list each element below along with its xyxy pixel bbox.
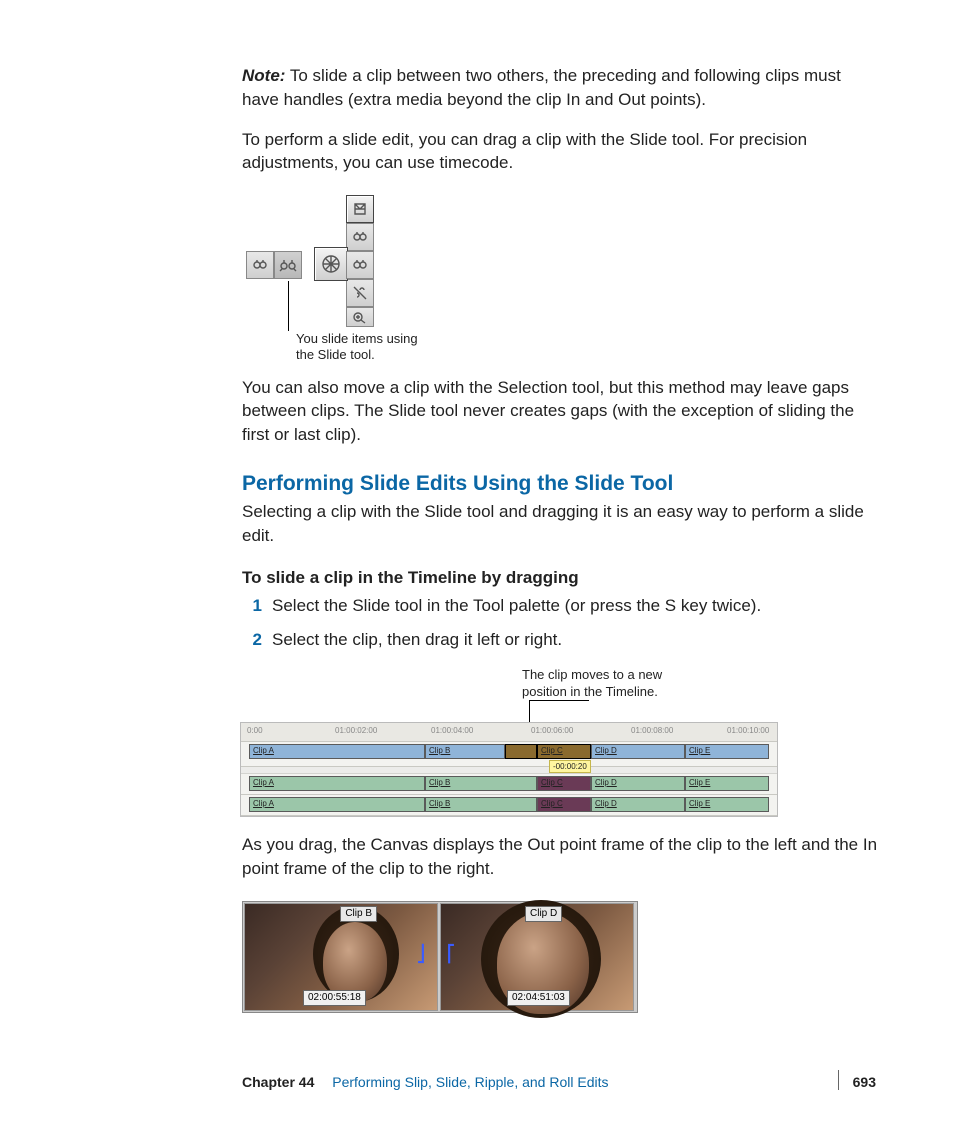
timeline-ruler: 0:00 01:00:02:00 01:00:04:00 01:00:06:00…	[241, 723, 777, 742]
timeline-clip: Clip C	[537, 776, 591, 791]
timeline-clip: Clip A	[249, 797, 425, 812]
timeline-clip: Clip C	[537, 797, 591, 812]
audio-track-1: Clip AClip BClip CClip DClip E	[241, 774, 777, 795]
timeline-callout: The clip moves to a new position in the …	[522, 667, 682, 700]
timeline-panel: 0:00 01:00:02:00 01:00:04:00 01:00:06:00…	[240, 722, 778, 817]
paragraph-3: As you drag, the Canvas displays the Out…	[242, 833, 882, 881]
page-number: 693	[853, 1073, 876, 1093]
canvas-right-timecode: 02:04:51:03	[507, 990, 570, 1006]
timeline-clip: Clip E	[685, 776, 769, 791]
audio-track-2: Clip AClip BClip CClip DClip E	[241, 795, 777, 816]
timeline-clip: Clip C	[537, 744, 591, 759]
canvas-left-clip-label: Clip B	[340, 906, 377, 922]
step-2: 2Select the clip, then drag it left or r…	[266, 628, 882, 652]
note-label: Note:	[242, 66, 285, 85]
slip-tool-icon	[346, 223, 374, 251]
chapter-label: Chapter 44	[242, 1074, 314, 1090]
paragraph-2: You can also move a clip with the Select…	[242, 376, 882, 447]
tool-palette-figure: You slide items using the Slide tool.	[242, 195, 882, 364]
paragraph-1: To perform a slide edit, you can drag a …	[242, 128, 882, 176]
tool-row-top-icon	[346, 195, 374, 223]
step-1: 1Select the Slide tool in the Tool palet…	[266, 594, 882, 618]
heading-intro: Selecting a clip with the Slide tool and…	[242, 500, 882, 548]
timeline-clip: Clip D	[591, 776, 685, 791]
tool-row-main-icon	[314, 247, 348, 281]
timeline-clip: Clip B	[425, 776, 537, 791]
in-point-icon: ⎡	[447, 944, 461, 960]
canvas-left-pane: Clip B ⎦ 02:00:55:18	[244, 903, 438, 1011]
timeline-clip: Clip D	[591, 744, 685, 759]
tool-caption: You slide items using the Slide tool.	[296, 331, 436, 364]
canvas-two-up: Clip B ⎦ 02:00:55:18 Clip D ⎡ 02:04:51:0…	[242, 901, 638, 1013]
section-heading: Performing Slide Edits Using the Slide T…	[242, 469, 882, 498]
slide-tool-icon	[274, 251, 302, 279]
timeline-clip: Clip E	[685, 744, 769, 759]
tool-row-1-icon	[246, 251, 274, 279]
timeline-clip: Clip B	[425, 744, 505, 759]
canvas-right-clip-label: Clip D	[525, 906, 562, 922]
timeline-clip: Clip A	[249, 744, 425, 759]
offset-badge: -00:00:20	[549, 760, 591, 773]
timeline-clip: Clip A	[249, 776, 425, 791]
note-paragraph: Note: To slide a clip between two others…	[242, 64, 882, 112]
procedure-heading: To slide a clip in the Timeline by dragg…	[242, 566, 882, 590]
timeline-clip: Clip B	[425, 797, 537, 812]
timeline-figure: The clip moves to a new position in the …	[240, 667, 776, 817]
page-footer: Chapter 44 Performing Slip, Slide, Rippl…	[242, 1073, 876, 1093]
note-text: To slide a clip between two others, the …	[242, 66, 841, 109]
timeline-clip: Clip D	[591, 797, 685, 812]
out-point-icon: ⎦	[417, 944, 431, 960]
video-track: ⇔ -00:00:20 Clip AClip BClip CClip DClip…	[241, 742, 777, 767]
tool-row-4-icon	[346, 251, 374, 279]
zoom-tool-icon	[346, 307, 374, 327]
canvas-left-timecode: 02:00:55:18	[303, 990, 366, 1006]
steps-list: 1Select the Slide tool in the Tool palet…	[242, 594, 882, 652]
chapter-title: Performing Slip, Slide, Ripple, and Roll…	[332, 1074, 608, 1090]
canvas-right-pane: Clip D ⎡ 02:04:51:03	[440, 903, 634, 1011]
timeline-clip	[505, 744, 537, 759]
razor-tool-icon	[346, 279, 374, 307]
timeline-clip: Clip E	[685, 797, 769, 812]
